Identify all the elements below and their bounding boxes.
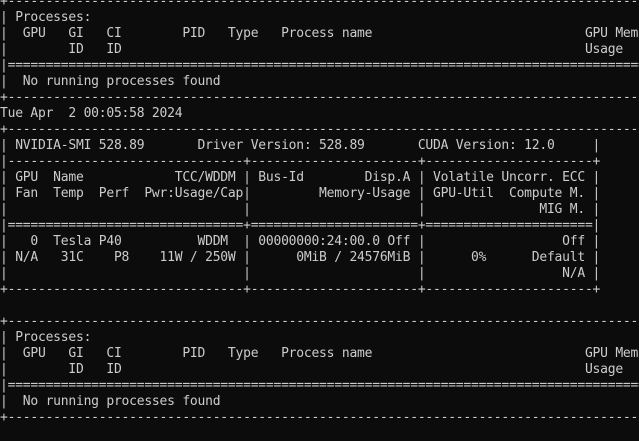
process-columns-subheader-2: | ID ID Usage | — [0, 362, 639, 377]
processes-heading: | Processes: | — [0, 10, 639, 25]
timestamp: Tue Apr 2 00:05:58 2024 — [0, 106, 183, 121]
gpu-columns-header-3: | | | MIG M. | — [0, 202, 601, 217]
no-processes-message: | No running processes found | — [0, 74, 639, 89]
process-table-bottom-border-2: +---------------------------------------… — [0, 410, 639, 425]
gpu-columns-header-1: | GPU Name TCC/WDDM | Bus-Id Disp.A | Vo… — [0, 170, 601, 185]
smi-version-header: | NVIDIA-SMI 528.89 Driver Version: 528.… — [0, 138, 601, 153]
process-header-separator: |=======================================… — [0, 58, 639, 73]
gpu-table-bottom-border: +-------------------------------+-------… — [0, 282, 601, 297]
gpu-header-separator: |===============================+=======… — [0, 218, 601, 233]
gpu-columns-header-2: | Fan Temp Perf Pwr:Usage/Cap| Memory-Us… — [0, 186, 601, 201]
gpu-row-line-3: | | | N/A | — [0, 266, 601, 281]
smi-header-divider: |-------------------------------+-------… — [0, 154, 601, 169]
processes-heading-2: | Processes: | — [0, 330, 639, 345]
process-header-separator-2: |=======================================… — [0, 378, 639, 393]
process-columns-header: | GPU GI CI PID Type Process name GPU Me… — [0, 26, 639, 41]
process-table-bottom-border: +---------------------------------------… — [0, 90, 639, 105]
smi-table-top-border: +---------------------------------------… — [0, 122, 639, 137]
no-processes-message-2: | No running processes found | — [0, 394, 639, 409]
process-table-top-border: +---------------------------------------… — [0, 0, 639, 9]
process-columns-header-2: | GPU GI CI PID Type Process name GPU Me… — [0, 346, 639, 361]
process-table-top-border-2: +---------------------------------------… — [0, 314, 639, 329]
gpu-row-line-1: | 0 Tesla P40 WDDM | 00000000:24:00.0 Of… — [0, 234, 601, 249]
terminal-output: +---------------------------------------… — [0, 0, 639, 441]
process-columns-subheader: | ID ID Usage | — [0, 42, 639, 57]
gpu-row-line-2: | N/A 31C P8 11W / 250W | 0MiB / 24576Mi… — [0, 250, 601, 265]
